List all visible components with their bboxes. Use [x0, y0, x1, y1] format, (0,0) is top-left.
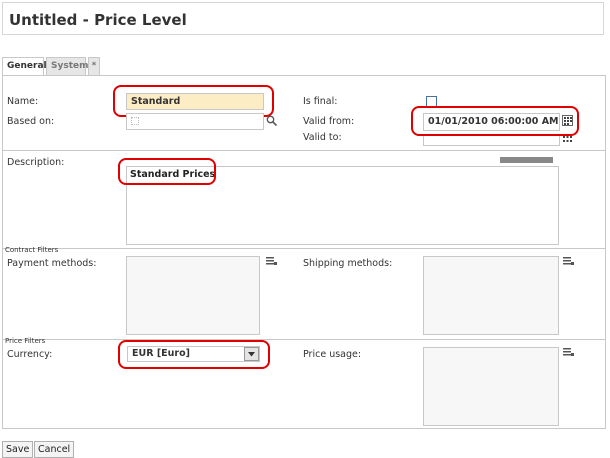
is-final-label: Is final:: [303, 96, 338, 107]
price-usage-list[interactable]: [423, 347, 559, 426]
save-button[interactable]: Save: [2, 441, 34, 458]
calendar-icon[interactable]: [562, 115, 573, 126]
list-icon[interactable]: [563, 348, 574, 357]
editor-toolbar-right: [500, 157, 553, 163]
window-title-bar: Untitled - Price Level: [2, 2, 604, 35]
cancel-button[interactable]: Cancel: [34, 441, 75, 458]
section-divider: [3, 339, 605, 340]
based-on-label: Based on:: [7, 116, 55, 127]
search-icon[interactable]: [266, 115, 277, 126]
price-usage-label: Price usage:: [303, 349, 362, 360]
window-title: Untitled - Price Level: [9, 11, 187, 29]
list-icon[interactable]: [563, 257, 574, 266]
name-label: Name:: [7, 96, 39, 107]
description-text: Standard Prices: [130, 169, 216, 180]
editor-toolbar: [127, 159, 177, 162]
tab-add[interactable]: *: [88, 57, 100, 75]
tab-system[interactable]: System: [46, 57, 89, 75]
list-icon[interactable]: [266, 257, 277, 266]
valid-from-input[interactable]: 01/01/2010 06:00:00 AM: [423, 113, 560, 131]
description-label: Description:: [7, 157, 65, 168]
shipping-methods-label: Shipping methods:: [303, 258, 393, 269]
valid-to-label: Valid to:: [303, 132, 342, 143]
currency-value: EUR [Euro]: [132, 348, 190, 359]
valid-to-input[interactable]: [423, 136, 560, 146]
price-filters-heading: Price Filters: [5, 337, 46, 345]
based-on-input[interactable]: [126, 113, 264, 130]
payment-methods-list[interactable]: [126, 256, 260, 335]
description-textarea[interactable]: Standard Prices: [126, 166, 559, 245]
section-divider: [3, 150, 605, 151]
is-final-checkbox[interactable]: [426, 96, 437, 107]
currency-select[interactable]: EUR [Euro]: [127, 346, 260, 362]
shipping-methods-list[interactable]: [423, 256, 559, 335]
dropdown-arrow-icon[interactable]: [244, 347, 259, 361]
calendar-icon[interactable]: [562, 135, 573, 144]
currency-label: Currency:: [7, 349, 53, 360]
section-divider: [3, 248, 605, 249]
valid-from-label: Valid from:: [303, 116, 355, 127]
link-icon: [131, 117, 139, 125]
name-input[interactable]: Standard: [126, 93, 264, 110]
payment-methods-label: Payment methods:: [7, 258, 97, 269]
contract-filters-heading: Contract Filters: [5, 246, 59, 254]
tab-general[interactable]: General: [2, 57, 47, 76]
